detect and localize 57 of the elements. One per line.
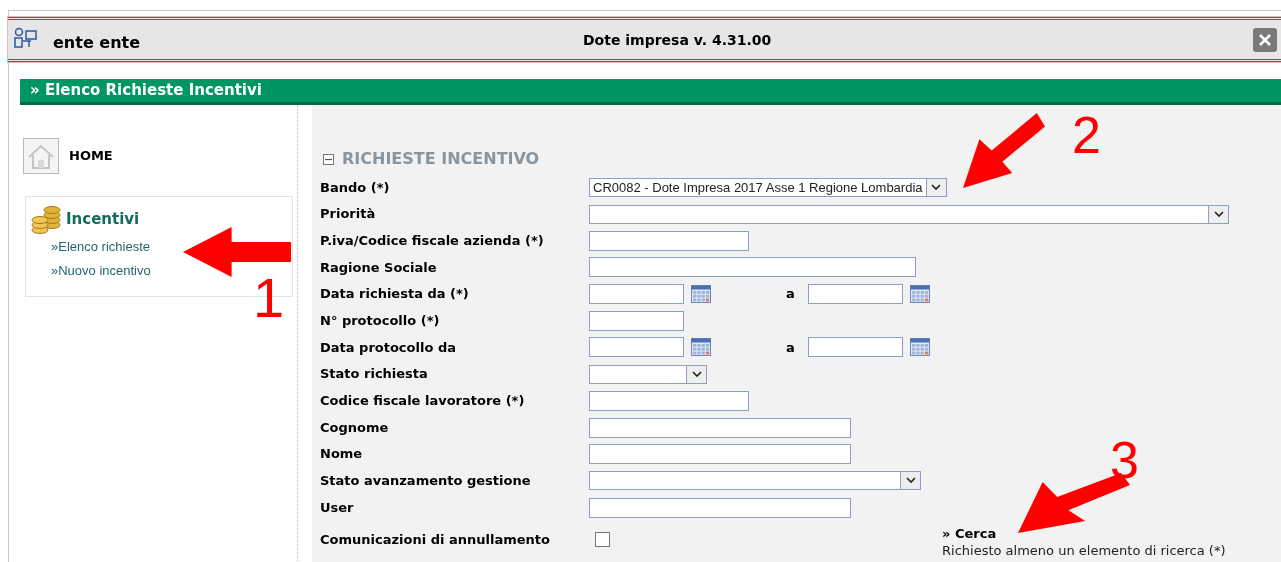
field-label: Data protocollo da <box>320 338 457 357</box>
sidebar-link[interactable]: »Nuovo incentivo <box>51 259 151 283</box>
text-field[interactable] <box>589 497 851 518</box>
checkbox[interactable] <box>595 532 610 548</box>
date-field[interactable] <box>808 284 903 305</box>
text-field[interactable] <box>589 444 851 465</box>
annotation-number: 1 <box>253 268 285 328</box>
text-field[interactable] <box>589 257 916 278</box>
field-label: Stato avanzamento gestione <box>320 472 532 491</box>
caret-icon <box>691 370 702 378</box>
field-label: Nome <box>320 445 364 464</box>
field-label: Comunicazioni di annullamento <box>320 531 551 550</box>
dropdown-field[interactable] <box>589 364 707 384</box>
dropdown-field[interactable]: CR0082 - Dote Impresa 2017 Asse 1 Regione Lombardia <box>589 177 947 197</box>
field-label: a <box>786 338 796 357</box>
field-label: Ragione Sociale <box>320 258 438 277</box>
caret-icon <box>905 477 916 485</box>
text-field[interactable] <box>589 310 684 331</box>
date-field[interactable] <box>808 337 903 358</box>
section-title: Incentivi <box>66 208 140 230</box>
dropdown-field[interactable] <box>589 471 921 491</box>
dropdown-field[interactable] <box>589 204 1229 224</box>
text-field[interactable] <box>589 417 851 438</box>
caret-icon <box>1213 210 1224 218</box>
date-field[interactable] <box>589 284 684 305</box>
calendar-icon[interactable] <box>691 338 711 357</box>
date-field[interactable] <box>589 337 684 358</box>
close-icon <box>1258 32 1272 47</box>
field-label: Bando (*) <box>320 178 391 197</box>
text-field[interactable] <box>589 390 749 411</box>
user-name: ente ente <box>53 31 141 54</box>
field-label: Priorità <box>320 205 377 224</box>
search-link[interactable]: » Cerca <box>942 526 1226 543</box>
sidebar-link[interactable]: »Elenco richieste <box>51 235 150 259</box>
section-legend: RICHIESTE INCENTIVO <box>342 147 540 171</box>
window-title: Dote impresa v. 4.31.00 <box>583 31 772 50</box>
field-label: User <box>320 498 355 517</box>
page-header: » Elenco Richieste Incentivi <box>20 79 1281 105</box>
field-label: a <box>786 285 796 304</box>
calendar-icon[interactable] <box>910 285 930 304</box>
calendar-icon[interactable] <box>910 338 930 357</box>
home-link[interactable]: HOME <box>69 146 113 166</box>
caret-icon <box>931 183 942 191</box>
annotation-number: 2 <box>1072 108 1101 162</box>
field-label: P.iva/Codice fiscale azienda (*) <box>320 231 545 250</box>
collapse-toggle[interactable] <box>323 153 334 165</box>
field-label: Codice fiscale lavoratore (*) <box>320 392 526 411</box>
text-field[interactable] <box>589 230 749 251</box>
close-button[interactable] <box>1253 27 1277 52</box>
field-label: Cognome <box>320 418 390 437</box>
field-label: Data richiesta da (*) <box>320 285 470 304</box>
field-label: Stato richiesta <box>320 365 429 384</box>
coins-icon <box>30 203 62 235</box>
search-hint: Richiesto almeno un elemento di ricerca (*) <box>942 542 1226 560</box>
field-label: N° protocollo (*) <box>320 312 441 331</box>
calendar-icon[interactable] <box>691 285 711 304</box>
home-icon[interactable] <box>23 138 59 174</box>
